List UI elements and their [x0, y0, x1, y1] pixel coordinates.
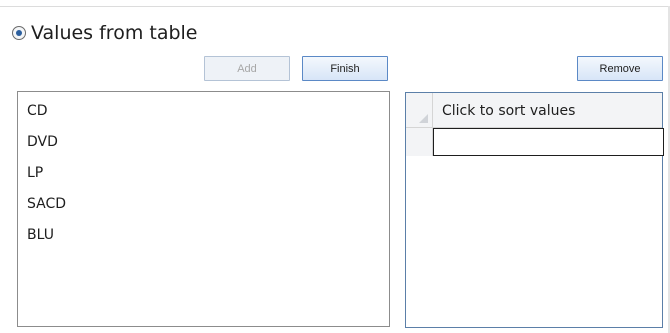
- list-item[interactable]: SACD: [27, 196, 66, 212]
- grid-select-all-corner[interactable]: [406, 93, 433, 128]
- remove-button[interactable]: Remove: [577, 56, 663, 81]
- grid-row-header[interactable]: [406, 128, 433, 156]
- list-item[interactable]: LP: [27, 165, 43, 181]
- top-divider: [0, 6, 670, 7]
- radio-dot-icon: [16, 30, 22, 36]
- sort-values-grid[interactable]: Click to sort values: [405, 92, 664, 328]
- select-all-triangle-icon: [419, 114, 428, 123]
- values-from-table-option[interactable]: Values from table: [12, 22, 198, 44]
- sort-values-column-header[interactable]: Click to sort values: [433, 93, 662, 128]
- finish-button[interactable]: Finish: [302, 56, 388, 81]
- values-from-table-label: Values from table: [31, 22, 198, 44]
- radio-selected-icon[interactable]: [12, 26, 26, 40]
- list-item[interactable]: BLU: [27, 227, 54, 243]
- values-listbox[interactable]: CD DVD LP SACD BLU: [17, 91, 390, 327]
- values-panel: Values from table Add Finish Remove CD D…: [0, 0, 670, 333]
- list-item[interactable]: CD: [27, 103, 48, 119]
- add-button[interactable]: Add: [204, 56, 290, 81]
- list-item[interactable]: DVD: [27, 134, 58, 150]
- grid-new-row-cell[interactable]: [433, 128, 664, 156]
